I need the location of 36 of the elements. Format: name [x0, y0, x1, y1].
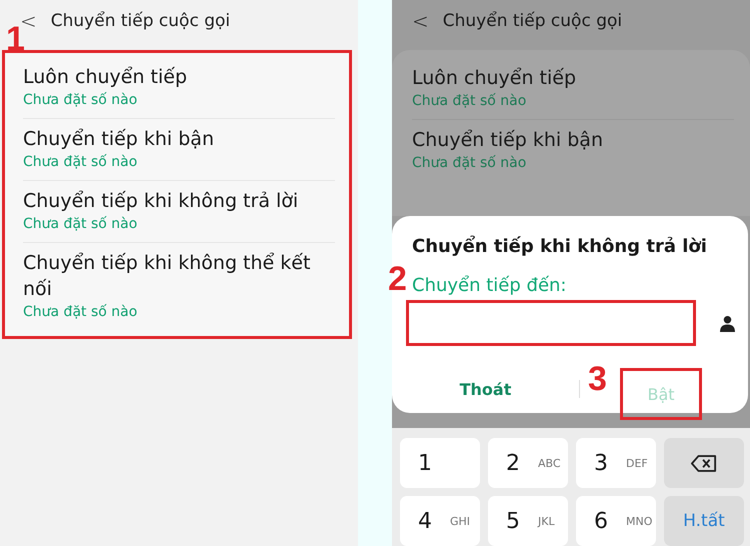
back-button[interactable]: < — [412, 9, 429, 33]
list-item[interactable]: Chuyển tiếp khi không trả lời Chưa đặt số nào — [23, 181, 335, 243]
step-number: 3 — [588, 362, 607, 396]
contact-icon[interactable] — [720, 314, 735, 332]
item-title: Luôn chuyển tiếp — [23, 65, 188, 90]
list-item[interactable]: Chuyển tiếp khi không thể kết nối Chưa đặt số nào — [23, 243, 335, 330]
list-item[interactable]: Luôn chuyển tiếp Chưa đặt số nào — [23, 57, 335, 119]
screen-title: Chuyển tiếp cuộc gọi — [50, 11, 230, 31]
keypad-key[interactable]: 6 MNO — [576, 496, 656, 546]
list-item[interactable]: Luôn chuyển tiếp Chưa đặt số nào — [412, 58, 734, 120]
item-status: Chưa đặt số nào — [23, 215, 138, 234]
screen-title: Chuyển tiếp cuộc gọi — [442, 11, 622, 31]
keypad-key[interactable]: 2 ABC — [488, 438, 568, 488]
item-status: Chưa đặt số nào — [412, 154, 528, 173]
item-title: Chuyển tiếp khi không thể kết nối — [23, 251, 312, 302]
keypad-key[interactable]: 3 DEF — [576, 438, 656, 488]
step-number: 2 — [388, 262, 407, 296]
phone-input-field[interactable] — [406, 300, 696, 346]
item-status: Chưa đặt số nào — [23, 91, 138, 110]
backspace-key[interactable] — [664, 438, 744, 488]
item-status: Chưa đặt số nào — [412, 92, 528, 111]
item-title: Chuyển tiếp khi bận — [412, 128, 604, 153]
keypad-key[interactable]: 4 GHI — [400, 496, 480, 546]
field-label: Chuyển tiếp đến: — [412, 275, 568, 296]
backspace-icon — [691, 454, 717, 472]
item-status: Chưa đặt số nào — [23, 153, 138, 172]
dialog-button[interactable]: Thoát — [392, 363, 579, 415]
dialog-title: Chuyển tiếp khi không trả lời — [412, 236, 708, 257]
list-item[interactable]: Chuyển tiếp khi bận Chưa đặt số nào — [412, 120, 734, 181]
item-title: Chuyển tiếp khi bận — [23, 127, 215, 152]
item-title: Chuyển tiếp khi không trả lời — [23, 189, 300, 214]
keypad-key[interactable]: 5 JKL — [488, 496, 568, 546]
item-title: Luôn chuyển tiếp — [412, 66, 578, 91]
list-item[interactable]: Chuyển tiếp khi bận Chưa đặt số nào — [23, 119, 335, 181]
item-status: Chưa đặt số nào — [23, 303, 138, 322]
keypad-key[interactable]: 1 — [400, 438, 480, 488]
